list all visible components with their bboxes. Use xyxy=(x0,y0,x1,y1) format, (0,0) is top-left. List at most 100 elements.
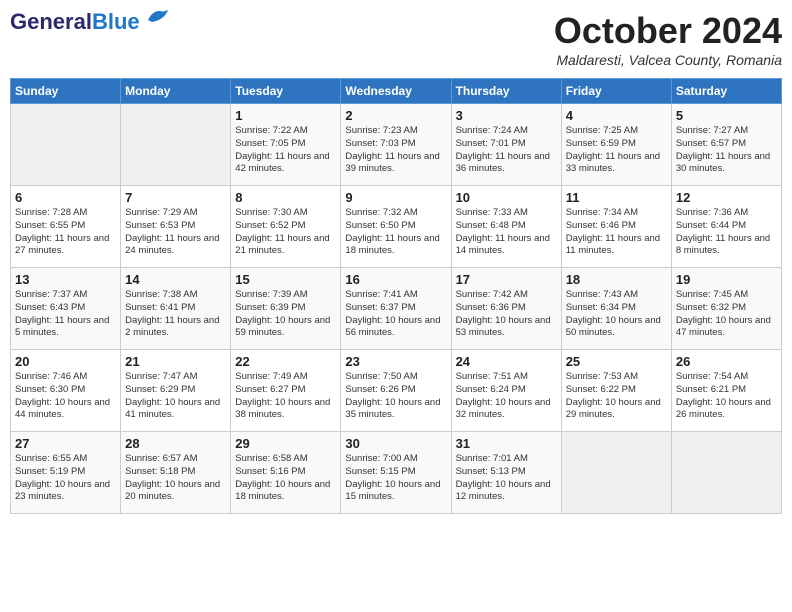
day-number: 22 xyxy=(235,354,336,369)
calendar-cell: 16 Sunrise: 7:41 AMSunset: 6:37 PMDayligh… xyxy=(341,268,451,350)
title-area: October 2024 Maldaresti, Valcea County, … xyxy=(554,10,782,68)
calendar-cell: 17 Sunrise: 7:42 AMSunset: 6:36 PMDayligh… xyxy=(451,268,561,350)
calendar-cell: 10 Sunrise: 7:33 AMSunset: 6:48 PMDayligh… xyxy=(451,186,561,268)
calendar-week-row: 27 Sunrise: 6:55 AMSunset: 5:19 PMDayligh… xyxy=(11,432,782,514)
day-info: Sunrise: 7:29 AMSunset: 6:53 PMDaylight:… xyxy=(125,207,226,258)
day-info: Sunrise: 7:38 AMSunset: 6:41 PMDaylight:… xyxy=(125,289,226,340)
day-info: Sunrise: 7:34 AMSunset: 6:46 PMDaylight:… xyxy=(566,207,667,258)
day-info: Sunrise: 7:25 AMSunset: 6:59 PMDaylight:… xyxy=(566,125,667,176)
calendar-week-row: 1Sunrise: 7:22 AMSunset: 7:05 PMDaylight… xyxy=(11,104,782,186)
day-number: 27 xyxy=(15,436,116,451)
day-number: 28 xyxy=(125,436,226,451)
day-number: 3 xyxy=(456,108,557,123)
calendar-cell: 9 Sunrise: 7:32 AMSunset: 6:50 PMDaylight… xyxy=(341,186,451,268)
weekday-header-monday: Monday xyxy=(121,79,231,104)
day-info: Sunrise: 7:32 AMSunset: 6:50 PMDaylight:… xyxy=(345,207,446,258)
day-number: 26 xyxy=(676,354,777,369)
weekday-header-wednesday: Wednesday xyxy=(341,79,451,104)
day-number: 24 xyxy=(456,354,557,369)
day-info: Sunrise: 7:37 AMSunset: 6:43 PMDaylight:… xyxy=(15,289,116,340)
day-number: 31 xyxy=(456,436,557,451)
calendar-cell: 5 Sunrise: 7:27 AMSunset: 6:57 PMDaylight… xyxy=(671,104,781,186)
day-number: 25 xyxy=(566,354,667,369)
calendar-cell: 15Sunrise: 7:39 AMSunset: 6:39 PMDayligh… xyxy=(231,268,341,350)
calendar-cell: 13 Sunrise: 7:37 AMSunset: 6:43 PMDayligh… xyxy=(11,268,121,350)
day-number: 19 xyxy=(676,272,777,287)
day-info: Sunrise: 7:53 AMSunset: 6:22 PMDaylight:… xyxy=(566,371,667,422)
day-info: Sunrise: 7:23 AMSunset: 7:03 PMDaylight:… xyxy=(345,125,446,176)
calendar-cell: 23Sunrise: 7:50 AMSunset: 6:26 PMDayligh… xyxy=(341,350,451,432)
location-subtitle: Maldaresti, Valcea County, Romania xyxy=(554,52,782,68)
day-info: Sunrise: 7:30 AMSunset: 6:52 PMDaylight:… xyxy=(235,207,336,258)
day-number: 20 xyxy=(15,354,116,369)
calendar-cell: 19Sunrise: 7:45 AMSunset: 6:32 PMDayligh… xyxy=(671,268,781,350)
calendar-cell: 28 Sunrise: 6:57 AMSunset: 5:18 PMDayligh… xyxy=(121,432,231,514)
calendar-cell: 14 Sunrise: 7:38 AMSunset: 6:41 PMDayligh… xyxy=(121,268,231,350)
calendar-cell: 20 Sunrise: 7:46 AMSunset: 6:30 PMDayligh… xyxy=(11,350,121,432)
day-info: Sunrise: 6:57 AMSunset: 5:18 PMDaylight:… xyxy=(125,453,226,504)
logo-text: GeneralBlue xyxy=(10,9,140,34)
page-header: GeneralBlue October 2024 Maldaresti, Val… xyxy=(10,10,782,68)
calendar-header-row: SundayMondayTuesdayWednesdayThursdayFrid… xyxy=(11,79,782,104)
day-info: Sunrise: 7:47 AMSunset: 6:29 PMDaylight:… xyxy=(125,371,226,422)
calendar-body: 1Sunrise: 7:22 AMSunset: 7:05 PMDaylight… xyxy=(11,104,782,514)
day-info: Sunrise: 7:46 AMSunset: 6:30 PMDaylight:… xyxy=(15,371,116,422)
weekday-header-sunday: Sunday xyxy=(11,79,121,104)
day-info: Sunrise: 7:01 AMSunset: 5:13 PMDaylight:… xyxy=(456,453,557,504)
calendar-cell: 27 Sunrise: 6:55 AMSunset: 5:19 PMDayligh… xyxy=(11,432,121,514)
day-info: Sunrise: 7:00 AMSunset: 5:15 PMDaylight:… xyxy=(345,453,446,504)
month-title: October 2024 xyxy=(554,10,782,52)
day-info: Sunrise: 6:55 AMSunset: 5:19 PMDaylight:… xyxy=(15,453,116,504)
day-number: 10 xyxy=(456,190,557,205)
day-info: Sunrise: 7:36 AMSunset: 6:44 PMDaylight:… xyxy=(676,207,777,258)
calendar-cell: 8Sunrise: 7:30 AMSunset: 6:52 PMDaylight… xyxy=(231,186,341,268)
day-number: 5 xyxy=(676,108,777,123)
logo: GeneralBlue xyxy=(10,10,172,34)
calendar-cell: 18 Sunrise: 7:43 AMSunset: 6:34 PMDayligh… xyxy=(561,268,671,350)
day-number: 29 xyxy=(235,436,336,451)
day-number: 6 xyxy=(15,190,116,205)
logo-bird-icon xyxy=(144,6,172,26)
day-number: 12 xyxy=(676,190,777,205)
calendar-cell: 30Sunrise: 7:00 AMSunset: 5:15 PMDayligh… xyxy=(341,432,451,514)
day-number: 11 xyxy=(566,190,667,205)
day-number: 18 xyxy=(566,272,667,287)
day-info: Sunrise: 7:41 AMSunset: 6:37 PMDaylight:… xyxy=(345,289,446,340)
calendar-cell xyxy=(121,104,231,186)
calendar-cell: 11 Sunrise: 7:34 AMSunset: 6:46 PMDayligh… xyxy=(561,186,671,268)
day-number: 17 xyxy=(456,272,557,287)
calendar-cell: 24 Sunrise: 7:51 AMSunset: 6:24 PMDayligh… xyxy=(451,350,561,432)
calendar-cell: 21 Sunrise: 7:47 AMSunset: 6:29 PMDayligh… xyxy=(121,350,231,432)
day-info: Sunrise: 7:42 AMSunset: 6:36 PMDaylight:… xyxy=(456,289,557,340)
calendar-cell: 7 Sunrise: 7:29 AMSunset: 6:53 PMDaylight… xyxy=(121,186,231,268)
day-number: 16 xyxy=(345,272,446,287)
calendar-week-row: 13 Sunrise: 7:37 AMSunset: 6:43 PMDayligh… xyxy=(11,268,782,350)
calendar-cell: 29Sunrise: 6:58 AMSunset: 5:16 PMDayligh… xyxy=(231,432,341,514)
calendar-week-row: 20 Sunrise: 7:46 AMSunset: 6:30 PMDayligh… xyxy=(11,350,782,432)
day-info: Sunrise: 7:51 AMSunset: 6:24 PMDaylight:… xyxy=(456,371,557,422)
calendar-cell: 22 Sunrise: 7:49 AMSunset: 6:27 PMDayligh… xyxy=(231,350,341,432)
day-number: 14 xyxy=(125,272,226,287)
calendar-cell: 25 Sunrise: 7:53 AMSunset: 6:22 PMDayligh… xyxy=(561,350,671,432)
calendar-cell xyxy=(561,432,671,514)
day-info: Sunrise: 7:27 AMSunset: 6:57 PMDaylight:… xyxy=(676,125,777,176)
day-info: Sunrise: 7:50 AMSunset: 6:26 PMDaylight:… xyxy=(345,371,446,422)
calendar-cell: 31 Sunrise: 7:01 AMSunset: 5:13 PMDayligh… xyxy=(451,432,561,514)
calendar-cell: 1Sunrise: 7:22 AMSunset: 7:05 PMDaylight… xyxy=(231,104,341,186)
day-number: 15 xyxy=(235,272,336,287)
day-info: Sunrise: 7:49 AMSunset: 6:27 PMDaylight:… xyxy=(235,371,336,422)
weekday-header-tuesday: Tuesday xyxy=(231,79,341,104)
calendar-cell: 2Sunrise: 7:23 AMSunset: 7:03 PMDaylight… xyxy=(341,104,451,186)
day-number: 7 xyxy=(125,190,226,205)
day-info: Sunrise: 7:43 AMSunset: 6:34 PMDaylight:… xyxy=(566,289,667,340)
weekday-header-saturday: Saturday xyxy=(671,79,781,104)
weekday-header-thursday: Thursday xyxy=(451,79,561,104)
day-number: 4 xyxy=(566,108,667,123)
calendar-cell: 12 Sunrise: 7:36 AMSunset: 6:44 PMDayligh… xyxy=(671,186,781,268)
calendar-cell: 3Sunrise: 7:24 AMSunset: 7:01 PMDaylight… xyxy=(451,104,561,186)
day-number: 13 xyxy=(15,272,116,287)
day-number: 9 xyxy=(345,190,446,205)
day-info: Sunrise: 7:33 AMSunset: 6:48 PMDaylight:… xyxy=(456,207,557,258)
day-info: Sunrise: 7:28 AMSunset: 6:55 PMDaylight:… xyxy=(15,207,116,258)
day-number: 21 xyxy=(125,354,226,369)
